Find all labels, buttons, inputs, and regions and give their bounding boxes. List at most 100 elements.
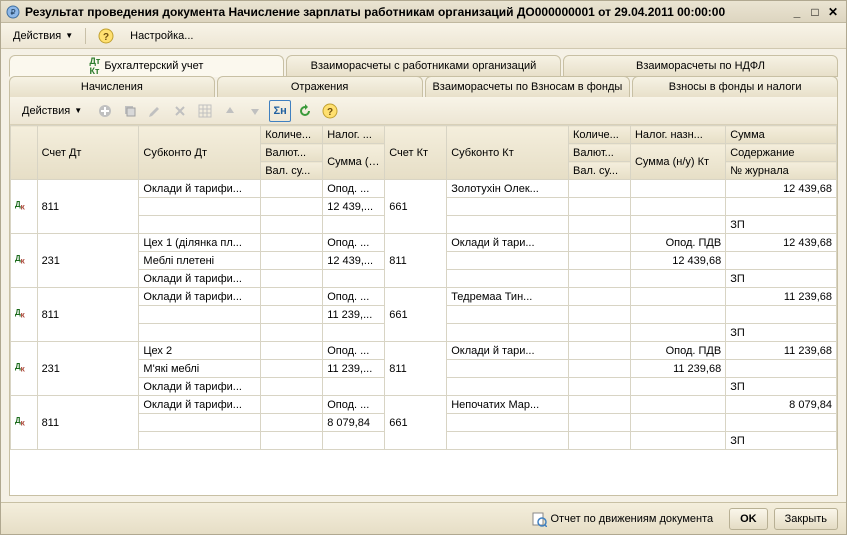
cell-tax-kt (630, 216, 725, 234)
table-row[interactable]: ДК811Оклади й тарифи...Опод. ...661Непоч… (11, 396, 837, 414)
th-valsum-dt[interactable]: Вал. су... (261, 162, 323, 180)
cell-acct-dt: 811 (37, 288, 139, 342)
th-curr-dt[interactable]: Валют... (261, 144, 323, 162)
tab-accounting[interactable]: ДтКт Бухгалтерский учет (9, 55, 284, 77)
tab-reflections[interactable]: Отражения (217, 76, 423, 98)
th-curr-kt[interactable]: Валют... (568, 144, 630, 162)
cell-acct-dt: 811 (37, 396, 139, 450)
row-marker: ДК (11, 288, 38, 342)
cell-tax-dt: Опод. ... (323, 288, 385, 306)
cell-acct-kt: 811 (385, 342, 447, 396)
menu-actions[interactable]: Действия▼ (7, 27, 79, 45)
table-row[interactable]: ДК811Оклади й тарифи...Опод. ...661Тедре… (11, 288, 837, 306)
cell-tax-kt: 11 239,68 (630, 360, 725, 378)
ok-label: OK (740, 513, 757, 525)
cell-sub-dt (139, 216, 261, 234)
cell-sum: 11 239,68 (726, 288, 837, 306)
cell-sum (726, 306, 837, 324)
th-valsum-kt[interactable]: Вал. су... (568, 162, 630, 180)
cell-tax-dt: Опод. ... (323, 396, 385, 414)
app-icon: ₽ (5, 4, 21, 20)
refresh-icon[interactable] (294, 100, 316, 122)
tab-settlements-employees[interactable]: Взаиморасчеты с работниками организаций (286, 55, 561, 77)
cell-sub-kt: Золотухін Олек... (447, 180, 569, 198)
th-acct-dt[interactable]: Счет Дт (37, 126, 139, 180)
cell-qty-kt (568, 270, 630, 288)
tab-funds-taxes[interactable]: Взносы в фонды и налоги (632, 76, 838, 98)
add-icon[interactable] (94, 100, 116, 122)
toolbar-actions[interactable]: Действия▼ (16, 102, 88, 120)
down-icon[interactable] (244, 100, 266, 122)
menu-separator (85, 28, 86, 44)
close-button-footer[interactable]: Закрыть (774, 508, 838, 530)
cell-qty-kt (568, 216, 630, 234)
cell-sub-kt (447, 306, 569, 324)
cell-tax-kt (630, 378, 725, 396)
edit-icon[interactable] (144, 100, 166, 122)
help-icon[interactable]: ? (92, 25, 120, 47)
minimize-button[interactable]: _ (788, 4, 806, 20)
cell-qty-dt (261, 252, 323, 270)
th-content[interactable]: Содержание (726, 144, 837, 162)
menu-settings[interactable]: Настройка... (124, 27, 199, 45)
tab-fund-settlements[interactable]: Взаиморасчеты по Взносам в фонды (425, 76, 631, 98)
th-qty-kt[interactable]: Количе... (568, 126, 630, 144)
tab-settlements-ndfl[interactable]: Взаиморасчеты по НДФЛ (563, 55, 838, 77)
copy-icon[interactable] (119, 100, 141, 122)
th-journal[interactable]: № журнала (726, 162, 837, 180)
delete-icon[interactable] (169, 100, 191, 122)
cell-sum (726, 414, 837, 432)
grid-body: ДК811Оклади й тарифи...Опод. ...661Золот… (11, 180, 837, 450)
table-row[interactable]: ДК231Цех 2Опод. ...811Оклади й тари...Оп… (11, 342, 837, 360)
tab-label: Отражения (291, 81, 348, 93)
cell-acct-dt: 811 (37, 180, 139, 234)
cell-qty-kt (568, 306, 630, 324)
cell-qty-dt (261, 432, 323, 450)
cell-qty-kt (568, 396, 630, 414)
cell-sub-dt (139, 414, 261, 432)
cell-sum (726, 360, 837, 378)
th-sub-dt[interactable]: Субконто Дт (139, 126, 261, 180)
cell-tax-kt (630, 198, 725, 216)
table-row[interactable]: ДК811Оклади й тарифи...Опод. ...661Золот… (11, 180, 837, 198)
th-qty-dt[interactable]: Количе... (261, 126, 323, 144)
cell-tax-kt (630, 306, 725, 324)
th-sum[interactable]: Сумма (726, 126, 837, 144)
close-button[interactable]: ✕ (824, 4, 842, 20)
table-row[interactable]: ДК231Цех 1 (ділянка пл...Опод. ...811Окл… (11, 234, 837, 252)
report-link[interactable]: Отчет по движениям документа (531, 511, 714, 527)
th-marker[interactable] (11, 126, 38, 180)
maximize-button[interactable]: □ (806, 4, 824, 20)
th-tax-dt[interactable]: Налог. ... (323, 126, 385, 144)
dk-icon: ДтКт (90, 56, 101, 76)
cell-qty-dt (261, 414, 323, 432)
th-tax-kt[interactable]: Налог. назн... (630, 126, 725, 144)
tab-label: Бухгалтерский учет (104, 60, 203, 72)
cell-tax-dt: 11 239,... (323, 360, 385, 378)
toolbar-actions-label: Действия (22, 105, 70, 117)
th-sum-nu-kt[interactable]: Сумма (н/у) Кт (630, 144, 725, 180)
svg-text:₽: ₽ (10, 8, 15, 17)
cell-qty-kt (568, 252, 630, 270)
grid-icon[interactable] (194, 100, 216, 122)
cell-qty-kt (568, 378, 630, 396)
grid-wrap[interactable]: Счет Дт Субконто Дт Количе... Налог. ...… (10, 125, 837, 495)
cell-sub-kt (447, 252, 569, 270)
cell-qty-kt (568, 288, 630, 306)
th-acct-kt[interactable]: Счет Кт (385, 126, 447, 180)
cell-sub-dt (139, 324, 261, 342)
sum-icon[interactable]: Σн (269, 100, 291, 122)
cell-tax-kt (630, 180, 725, 198)
help-icon[interactable]: ? (319, 100, 341, 122)
th-sum-nu-dt[interactable]: Сумма (н/у) Дт (323, 144, 385, 180)
tab-accruals[interactable]: Начисления (9, 76, 215, 98)
grid: Счет Дт Субконто Дт Количе... Налог. ...… (10, 125, 837, 450)
th-sub-kt[interactable]: Субконто Кт (447, 126, 569, 180)
up-icon[interactable] (219, 100, 241, 122)
cell-sub-kt (447, 414, 569, 432)
cell-qty-kt (568, 180, 630, 198)
ok-button[interactable]: OK (729, 508, 768, 530)
cell-sub-kt (447, 360, 569, 378)
titlebar: ₽ Результат проведения документа Начисле… (1, 1, 846, 23)
tab-row-1: ДтКт Бухгалтерский учет Взаиморасчеты с … (9, 55, 838, 77)
